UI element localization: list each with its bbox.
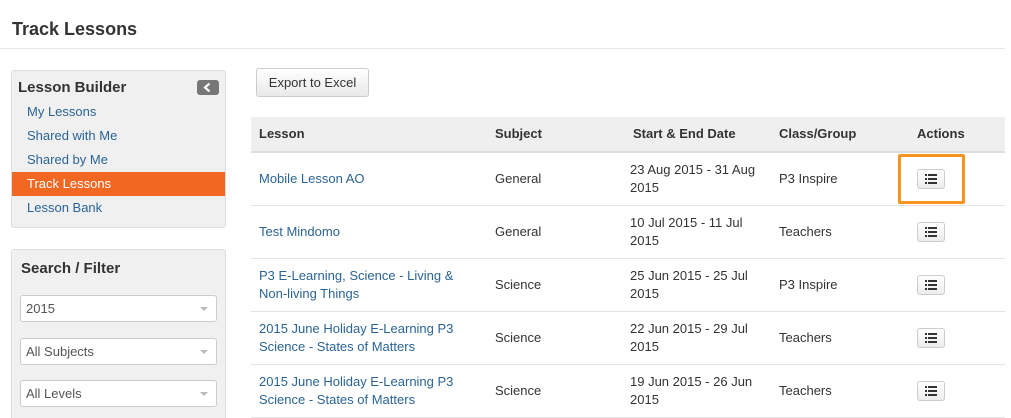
year-select-value: 2015 [26, 301, 55, 316]
caret-down-icon [200, 307, 208, 311]
class-cell: P3 Inspire [779, 171, 838, 186]
dates-cell: 22 Jun 2015 - 29 Jul 2015 [630, 321, 748, 354]
table-row: Mobile Lesson AO General 23 Aug 2015 - 3… [251, 153, 1005, 206]
actions-cell [917, 153, 977, 205]
table-row: 2015 June Holiday E-Learning P3 Science … [251, 312, 1005, 365]
lesson-link[interactable]: 2015 June Holiday E-Learning P3 Science … [259, 365, 484, 417]
actions-menu-button[interactable] [917, 275, 945, 295]
nav-item-shared-by-me[interactable]: Shared by Me [12, 148, 225, 172]
nav-item-lesson-bank[interactable]: Lesson Bank [12, 196, 225, 220]
export-to-excel-button[interactable]: Export to Excel [256, 68, 369, 97]
caret-down-icon [200, 392, 208, 396]
actions-cell [917, 312, 977, 364]
list-icon [925, 174, 937, 184]
subject-cell: Science [495, 383, 542, 398]
table-header: Lesson Subject Start & End Date Class/Gr… [251, 117, 1005, 153]
dates-cell: 23 Aug 2015 - 31 Aug 2015 [630, 162, 756, 195]
actions-cell [917, 365, 977, 417]
class-cell: Teachers [779, 383, 832, 398]
collapse-sidebar-button[interactable] [197, 80, 219, 95]
lesson-builder-panel: Lesson Builder My Lessons Shared with Me… [11, 70, 226, 228]
subject-cell: General [495, 224, 542, 239]
subject-cell: Science [495, 330, 542, 345]
dates-cell: 25 Jun 2015 - 25 Jul 2015 [630, 268, 748, 301]
dates-cell: 19 Jun 2015 - 26 Jun 2015 [630, 374, 753, 407]
list-icon [925, 386, 937, 396]
subjects-select-value: All Subjects [26, 344, 94, 359]
search-filter-panel: Search / Filter 2015 All Subjects All Le… [11, 249, 226, 418]
actions-cell [917, 259, 977, 311]
lesson-link[interactable]: Mobile Lesson AO [259, 153, 484, 205]
header-actions: Actions [917, 126, 965, 141]
actions-menu-button[interactable] [917, 381, 945, 401]
lesson-builder-title: Lesson Builder [18, 79, 127, 96]
actions-cell [917, 206, 977, 258]
class-cell: P3 Inspire [779, 277, 838, 292]
subject-cell: General [495, 171, 542, 186]
header-dates: Start & End Date [633, 126, 736, 141]
list-icon [925, 280, 937, 290]
page-title: Track Lessons [12, 19, 138, 39]
levels-select-value: All Levels [26, 386, 82, 401]
lesson-nav: My Lessons Shared with Me Shared by Me T… [12, 100, 225, 220]
lesson-link[interactable]: Test Mindomo [259, 206, 484, 258]
nav-item-track-lessons[interactable]: Track Lessons [12, 172, 225, 196]
actions-menu-button[interactable] [917, 222, 945, 242]
title-divider [0, 48, 1005, 49]
class-cell: Teachers [779, 224, 832, 239]
table-row: Test Mindomo General 10 Jul 2015 - 11 Ju… [251, 206, 1005, 259]
nav-item-my-lessons[interactable]: My Lessons [12, 100, 225, 124]
header-class: Class/Group [779, 126, 857, 141]
table-row: 2015 June Holiday E-Learning P3 Science … [251, 365, 1005, 418]
dates-cell: 10 Jul 2015 - 11 Jul 2015 [630, 215, 743, 248]
levels-select[interactable]: All Levels [20, 380, 217, 407]
actions-menu-button[interactable] [917, 328, 945, 348]
year-select[interactable]: 2015 [20, 295, 217, 322]
header-lesson: Lesson [259, 126, 305, 141]
class-cell: Teachers [779, 330, 832, 345]
header-subject: Subject [495, 126, 542, 141]
subject-cell: Science [495, 277, 542, 292]
nav-item-shared-with-me[interactable]: Shared with Me [12, 124, 225, 148]
search-filter-title: Search / Filter [21, 260, 121, 277]
caret-down-icon [200, 350, 208, 354]
list-icon [925, 227, 937, 237]
actions-menu-button[interactable] [917, 169, 945, 189]
table-row: P3 E-Learning, Science - Living & Non-li… [251, 259, 1005, 312]
list-icon [925, 333, 937, 343]
chevron-left-icon [203, 83, 211, 92]
subjects-select[interactable]: All Subjects [20, 338, 217, 365]
lesson-link[interactable]: P3 E-Learning, Science - Living & Non-li… [259, 259, 484, 311]
lesson-link[interactable]: 2015 June Holiday E-Learning P3 Science … [259, 312, 484, 364]
lessons-table: Lesson Subject Start & End Date Class/Gr… [251, 117, 1005, 418]
